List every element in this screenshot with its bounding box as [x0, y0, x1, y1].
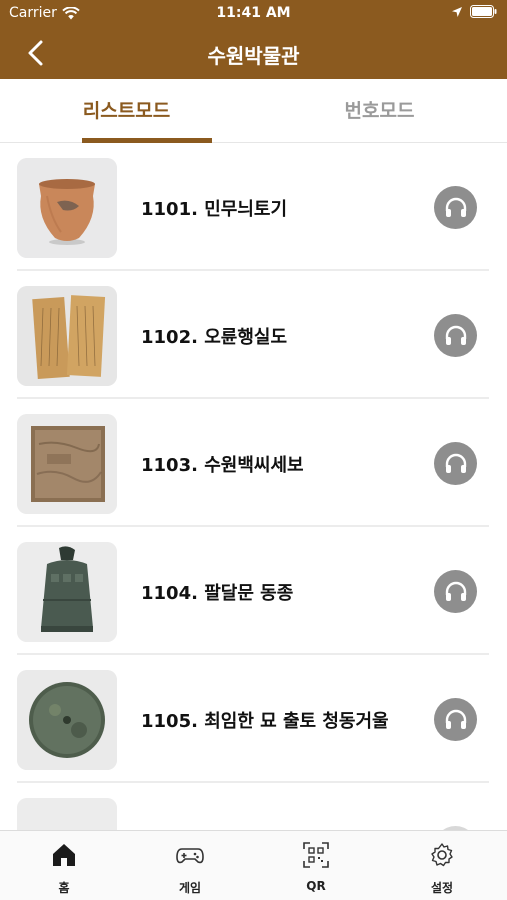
- audio-play-button[interactable]: [434, 186, 477, 229]
- pottery-image: [17, 158, 117, 258]
- tabbar-item-settings[interactable]: 설정: [379, 841, 505, 896]
- tabbar-label: QR: [306, 879, 326, 893]
- book-image: [17, 286, 117, 386]
- exhibit-thumbnail: [17, 670, 117, 770]
- tabbar-label: 설정: [430, 881, 454, 895]
- mode-tabs: 리스트모드 번호모드: [0, 79, 507, 143]
- battery-icon: [470, 5, 497, 18]
- headphones-icon: [445, 581, 466, 601]
- list-item[interactable]: [0, 783, 507, 830]
- tabbar-label: 게임: [178, 881, 202, 895]
- list-item[interactable]: 1101. 민무늬토기: [0, 143, 507, 271]
- app-header: Carrier 11:41 AM 수원박물관: [0, 0, 507, 79]
- exhibit-thumbnail: [17, 542, 117, 642]
- document-image: [17, 414, 117, 514]
- tabbar-item-qr[interactable]: QR: [253, 841, 379, 893]
- nav-bar: 수원박물관: [0, 28, 507, 79]
- tabbar-label: 홈: [58, 881, 70, 895]
- tabbar-item-game[interactable]: 게임: [127, 841, 253, 896]
- exhibit-title: 1104. 팔달문 동종: [141, 583, 294, 604]
- exhibit-thumbnail: [17, 286, 117, 386]
- status-bar: Carrier 11:41 AM: [0, 0, 507, 28]
- list-item[interactable]: 1103. 수원백씨세보: [0, 399, 507, 527]
- status-time: 11:41 AM: [216, 5, 291, 21]
- list-item[interactable]: 1104. 팔달문 동종: [0, 527, 507, 655]
- headphones-icon: [445, 197, 466, 217]
- exhibit-title: 1103. 수원백씨세보: [141, 455, 304, 476]
- exhibit-title: 1101. 민무늬토기: [141, 199, 288, 220]
- exhibit-thumbnail: [17, 158, 117, 258]
- home-icon: [53, 844, 75, 866]
- exhibit-image: [17, 798, 117, 830]
- status-right: [451, 5, 497, 18]
- headphones-icon: [445, 453, 466, 473]
- tab-list-mode[interactable]: 리스트모드: [0, 79, 253, 143]
- tabbar-item-home[interactable]: 홈: [1, 841, 127, 896]
- exhibit-list[interactable]: 1101. 민무늬토기 1102. 오륜행실도 1103. 수원백씨세보 110…: [0, 143, 507, 830]
- page-title: 수원박물관: [207, 44, 300, 68]
- gamepad-icon: [176, 848, 204, 864]
- list-item[interactable]: 1102. 오륜행실도: [0, 271, 507, 399]
- audio-play-button[interactable]: [434, 570, 477, 613]
- headphones-icon: [445, 709, 466, 729]
- exhibit-thumbnail: [17, 414, 117, 514]
- exhibit-title: 1102. 오륜행실도: [141, 327, 288, 348]
- bronze-mirror-image: [17, 670, 117, 770]
- qr-icon: [303, 842, 329, 868]
- gear-icon: [431, 843, 453, 867]
- tab-number-mode[interactable]: 번호모드: [253, 79, 506, 143]
- exhibit-thumbnail: [17, 798, 117, 830]
- audio-play-button[interactable]: [434, 314, 477, 357]
- exhibit-title: 1105. 최임한 묘 출토 청동거울: [141, 711, 389, 732]
- bell-image: [17, 542, 117, 642]
- list-item[interactable]: 1105. 최임한 묘 출토 청동거울: [0, 655, 507, 783]
- headphones-icon: [445, 325, 466, 345]
- bottom-tab-bar: 홈 게임 QR 설정: [0, 830, 507, 900]
- audio-play-button[interactable]: [434, 698, 477, 741]
- location-arrow-icon: [452, 6, 462, 17]
- audio-play-button[interactable]: [434, 442, 477, 485]
